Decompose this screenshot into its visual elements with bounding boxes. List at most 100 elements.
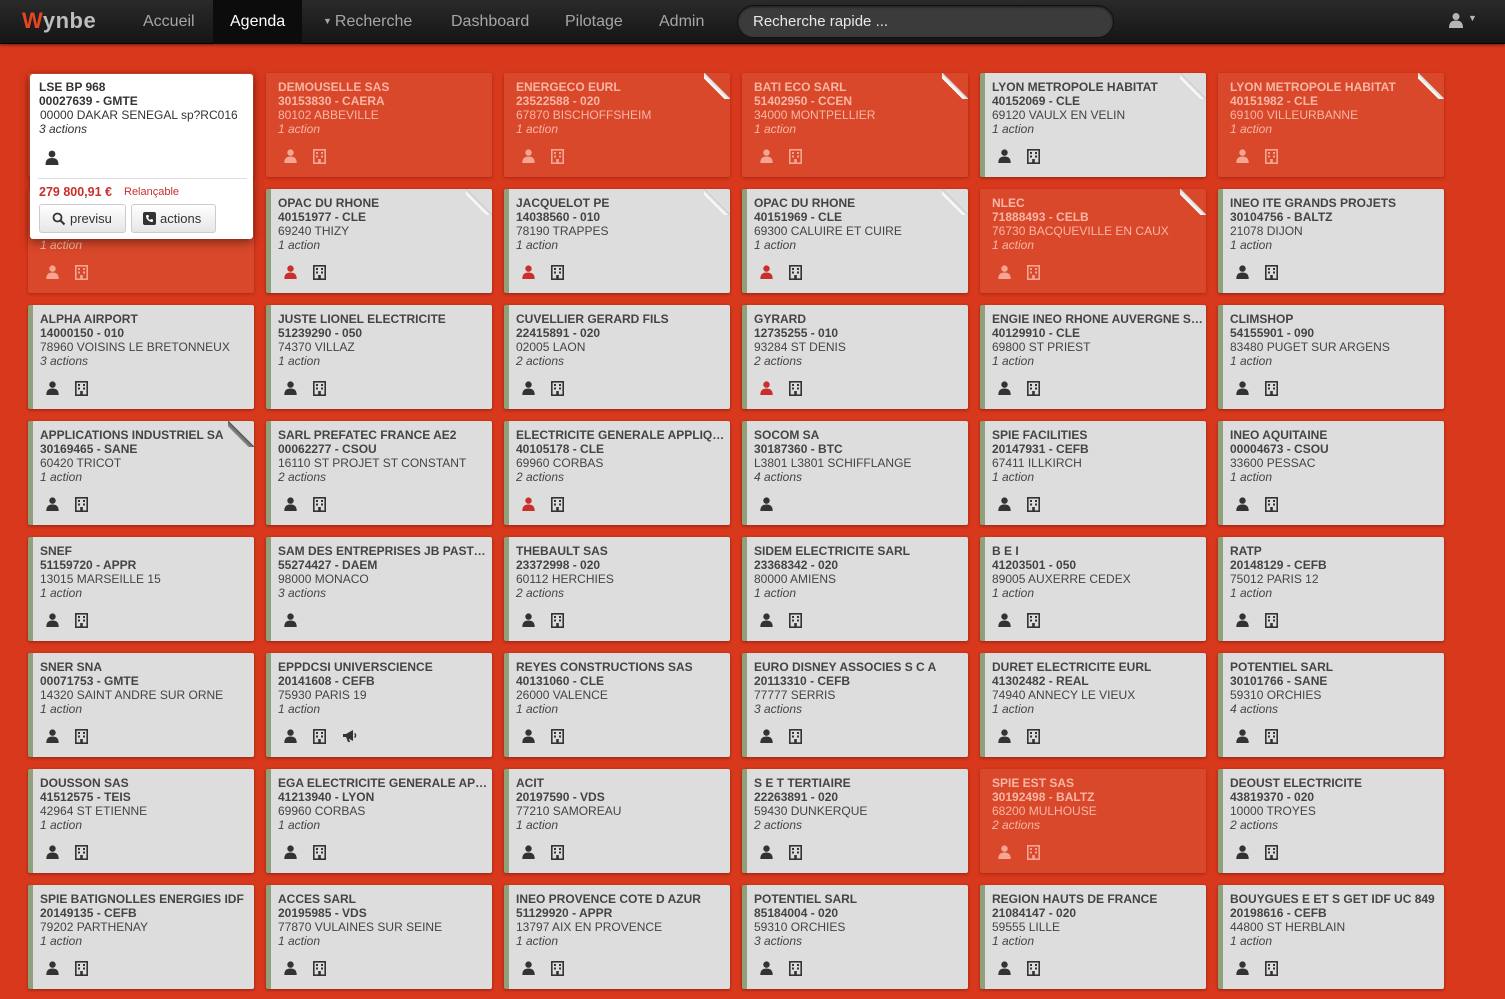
building-icon[interactable] xyxy=(313,729,326,749)
building-icon[interactable] xyxy=(75,381,88,401)
building-icon[interactable] xyxy=(551,381,564,401)
client-card[interactable]: DURET ELECTRICITE EURL 41302482 - REAL 749… xyxy=(980,653,1206,757)
building-icon[interactable] xyxy=(551,961,564,981)
building-icon[interactable] xyxy=(313,381,326,401)
building-icon[interactable] xyxy=(551,845,564,865)
building-icon[interactable] xyxy=(1265,729,1278,749)
client-card[interactable]: SIDEM ELECTRICITE SARL 23368342 - 020 8000… xyxy=(742,537,968,641)
user-icon[interactable] xyxy=(1236,961,1249,980)
user-icon[interactable] xyxy=(1236,149,1249,168)
building-icon[interactable] xyxy=(1265,149,1278,169)
building-icon[interactable] xyxy=(1265,381,1278,401)
building-icon[interactable] xyxy=(75,729,88,749)
user-icon[interactable] xyxy=(998,497,1011,516)
user-menu-dropdown[interactable]: ▼ xyxy=(1446,10,1486,34)
user-icon[interactable] xyxy=(998,845,1011,864)
building-icon[interactable] xyxy=(75,497,88,517)
client-card[interactable]: APPLICATIONS INDUSTRIEL SA 30169465 - SAN… xyxy=(28,421,254,525)
building-icon[interactable] xyxy=(75,845,88,865)
user-icon[interactable] xyxy=(998,381,1011,400)
user-icon[interactable] xyxy=(998,265,1011,284)
client-card[interactable]: CUVELLIER GERARD FILS 22415891 - 020 02005… xyxy=(504,305,730,409)
client-card[interactable]: ACIT 20197590 - VDS 77210 SAMOREAU 1 action xyxy=(504,769,730,873)
client-card[interactable]: B E I 41203501 - 050 89005 AUXERRE CEDEX 1 … xyxy=(980,537,1206,641)
client-card[interactable]: BOUYGUES E ET S GET IDF UC 849 20198616 -… xyxy=(1218,885,1444,989)
user-icon[interactable] xyxy=(284,381,297,400)
client-card[interactable]: ENERGECO EURL 23522588 - 020 67870 BISCHOF… xyxy=(504,73,730,177)
building-icon[interactable] xyxy=(1027,845,1040,865)
user-icon[interactable] xyxy=(760,381,773,400)
client-card[interactable]: REYES CONSTRUCTIONS SAS 40131060 - CLE 260… xyxy=(504,653,730,757)
user-icon[interactable] xyxy=(522,729,535,748)
user-icon[interactable] xyxy=(46,845,59,864)
building-icon[interactable] xyxy=(789,729,802,749)
user-icon[interactable] xyxy=(1236,381,1249,400)
client-card[interactable]: SOCOM SA 30187360 - BTC L3801 L3801 SCHIFF… xyxy=(742,421,968,525)
nav-recherche-dropdown[interactable]: ▼ Recherche xyxy=(306,0,429,44)
client-card[interactable]: SAM DES ENTREPRISES JB PASTOR 55274427 - … xyxy=(266,537,492,641)
user-icon[interactable] xyxy=(46,497,59,516)
client-card[interactable]: POTENTIEL SARL 85184004 - 020 59310 ORCHIE… xyxy=(742,885,968,989)
building-icon[interactable] xyxy=(789,381,802,401)
client-card[interactable]: INEO PROVENCE COTE D AZUR 51129920 - APPR… xyxy=(504,885,730,989)
user-icon[interactable] xyxy=(46,961,59,980)
client-card[interactable]: JACQUELOT PE 14038560 - 010 78190 TRAPPES 1… xyxy=(504,189,730,293)
user-icon[interactable] xyxy=(760,613,773,632)
user-icon[interactable] xyxy=(284,961,297,980)
building-icon[interactable] xyxy=(313,265,326,285)
client-card[interactable]: EURO DISNEY ASSOCIES S C A 20113310 - CEF… xyxy=(742,653,968,757)
user-icon[interactable] xyxy=(522,845,535,864)
building-icon[interactable] xyxy=(75,961,88,981)
client-card[interactable]: LYON METROPOLE HABITAT 40152069 - CLE 6912… xyxy=(980,73,1206,177)
client-card[interactable]: S E T TERTIAIRE 22263891 - 020 59430 DUNKE… xyxy=(742,769,968,873)
nav-admin[interactable]: Admin xyxy=(642,0,721,44)
user-icon[interactable] xyxy=(46,729,59,748)
building-icon[interactable] xyxy=(789,961,802,981)
user-icon[interactable] xyxy=(1236,613,1249,632)
building-icon[interactable] xyxy=(1027,265,1040,285)
user-icon[interactable] xyxy=(284,265,297,284)
user-icon[interactable] xyxy=(284,497,297,516)
building-icon[interactable] xyxy=(789,149,802,169)
building-icon[interactable] xyxy=(1027,381,1040,401)
client-card[interactable]: INEO AQUITAINE 00004673 - CSOU 33600 PESSA… xyxy=(1218,421,1444,525)
user-icon[interactable] xyxy=(760,149,773,168)
client-card[interactable]: BATI ECO SARL 51402950 - CCEN 34000 MONTPE… xyxy=(742,73,968,177)
user-icon[interactable] xyxy=(760,845,773,864)
building-icon[interactable] xyxy=(789,265,802,285)
user-icon[interactable] xyxy=(1236,265,1249,284)
building-icon[interactable] xyxy=(1265,961,1278,981)
nav-pilotage[interactable]: Pilotage xyxy=(548,0,640,44)
user-icon[interactable] xyxy=(284,729,297,748)
actions-button[interactable]: actions xyxy=(131,204,216,233)
user-icon[interactable] xyxy=(760,729,773,748)
nav-agenda[interactable]: Agenda xyxy=(213,0,303,44)
client-card[interactable]: ACCES SARL 20195985 - VDS 77870 VULAINES S… xyxy=(266,885,492,989)
user-icon[interactable] xyxy=(1236,729,1249,748)
building-icon[interactable] xyxy=(551,149,564,169)
user-icon[interactable] xyxy=(284,149,297,168)
building-icon[interactable] xyxy=(75,265,88,285)
building-icon[interactable] xyxy=(313,149,326,169)
user-icon[interactable] xyxy=(760,961,773,980)
client-card[interactable]: ELECTRICITE GENERALE APPLIQU... 40105178 … xyxy=(504,421,730,525)
client-card[interactable]: OPAC DU RHONE 40151977 - CLE 69240 THIZY 1 … xyxy=(266,189,492,293)
client-card[interactable]: DEMOUSELLE SAS 30153830 - CAERA 80102 ABBE… xyxy=(266,73,492,177)
client-card[interactable]: INEO ITE GRANDS PROJETS 30104756 - BALTZ 2… xyxy=(1218,189,1444,293)
building-icon[interactable] xyxy=(551,729,564,749)
client-card[interactable]: DEOUST ELECTRICITE 43819370 - 020 10000 TR… xyxy=(1218,769,1444,873)
building-icon[interactable] xyxy=(75,613,88,633)
building-icon[interactable] xyxy=(1027,497,1040,517)
building-icon[interactable] xyxy=(313,961,326,981)
client-card[interactable]: SARL PREFATEC FRANCE AE2 00062277 - CSOU 1… xyxy=(266,421,492,525)
client-card[interactable]: EPPDCSI UNIVERSCIENCE 20141608 - CEFB 7593… xyxy=(266,653,492,757)
client-card[interactable]: OPAC DU RHONE 40151969 - CLE 69300 CALUIRE… xyxy=(742,189,968,293)
user-icon[interactable] xyxy=(284,613,297,632)
user-icon[interactable] xyxy=(284,845,297,864)
building-icon[interactable] xyxy=(1265,845,1278,865)
building-icon[interactable] xyxy=(1027,149,1040,169)
client-card[interactable]: RATP 20148129 - CEFB 75012 PARIS 12 1 actio… xyxy=(1218,537,1444,641)
nav-accueil[interactable]: Accueil xyxy=(126,0,212,44)
building-icon[interactable] xyxy=(313,497,326,517)
building-icon[interactable] xyxy=(789,845,802,865)
